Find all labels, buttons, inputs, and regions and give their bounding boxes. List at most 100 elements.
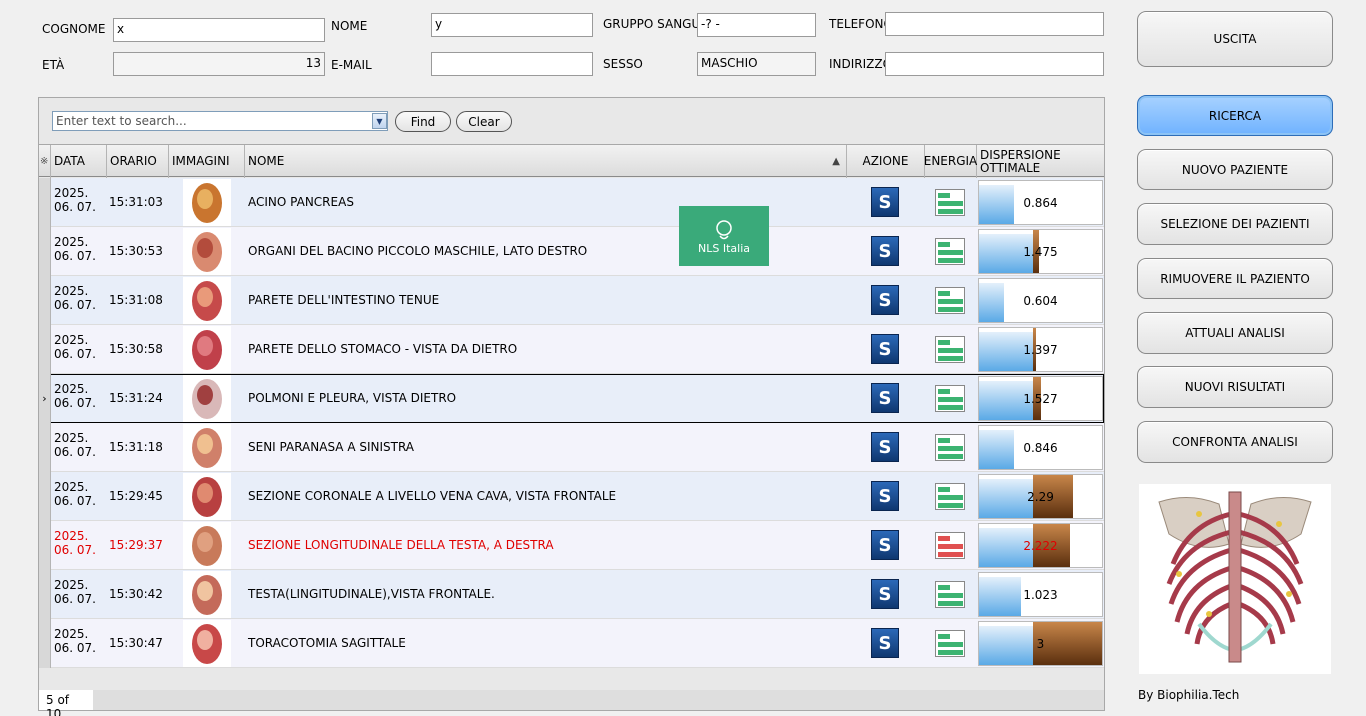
cell-date: 2025. 06. 07.: [54, 186, 96, 214]
cell-name: PARETE DELLO STOMACO - VISTA DA DIETRO: [248, 342, 518, 356]
watermark-text: NLS Italia: [698, 241, 750, 255]
header-dispersion[interactable]: DISPERSIONE OTTIMALE: [977, 145, 1104, 178]
surname-field[interactable]: x: [113, 18, 325, 42]
energy-bars-icon: [935, 189, 965, 216]
table-row[interactable]: 2025. 06. 07. 15:29:37 SEZIONE LONGITUDINA…: [39, 521, 1104, 570]
sex-field: MASCHIO: [697, 52, 816, 76]
organ-thumbnail[interactable]: [183, 179, 231, 226]
table-row[interactable]: 2025. 06. 07. 15:31:08 PARETE DELL'INTESTI…: [39, 276, 1104, 325]
name-label: NOME: [331, 19, 368, 33]
table-row[interactable]: 2025. 06. 07. 15:31:03 ACINO PANCREAS S 0.86…: [39, 178, 1104, 227]
header-date[interactable]: DATA: [51, 145, 107, 178]
energy-bars-icon: [935, 581, 965, 608]
new-results-button[interactable]: NUOVI RISULTATI: [1137, 366, 1333, 408]
table-row[interactable]: 2025. 06. 07. 15:30:53 ORGANI DEL BACINO P…: [39, 227, 1104, 276]
table-row[interactable]: 2025. 06. 07. 15:31:18 SENI PARANASA A SIN…: [39, 423, 1104, 472]
search-input[interactable]: Enter text to search...: [52, 111, 388, 131]
exit-button[interactable]: USCITA: [1137, 11, 1333, 67]
cell-time: 15:29:37: [109, 538, 163, 552]
cell-time: 15:30:42: [109, 587, 163, 601]
cell-name: POLMONI E PLEURA, VISTA DIETRO: [248, 391, 457, 405]
credit-text: By Biophilia.Tech: [1138, 688, 1240, 702]
row-indicator[interactable]: [39, 325, 51, 374]
phone-label: TELEFONO: [829, 17, 885, 31]
row-indicator[interactable]: [39, 521, 51, 570]
table-row[interactable]: 2025. 06. 07. 15:29:45 SEZIONE CORONALE A …: [39, 472, 1104, 521]
row-indicator[interactable]: ›: [39, 374, 51, 423]
row-indicator[interactable]: [39, 570, 51, 619]
search-button[interactable]: RICERCA: [1137, 95, 1333, 136]
phone-field[interactable]: [885, 12, 1104, 36]
remove-patient-button[interactable]: RIMUOVERE IL PAZIENTO: [1137, 258, 1333, 299]
cell-time: 15:31:24: [109, 391, 163, 405]
table-row[interactable]: › 2025. 06. 07. 15:31:24 POLMONI E PLEURA, …: [39, 374, 1104, 423]
age-field: 13: [113, 52, 325, 76]
dispersion-bar: 1.527: [978, 376, 1103, 421]
header-images[interactable]: IMMAGINI: [169, 145, 245, 178]
organ-thumbnail[interactable]: [183, 473, 231, 520]
organ-thumbnail[interactable]: [183, 326, 231, 373]
action-s-button[interactable]: S: [871, 579, 899, 609]
cell-time: 15:31:03: [109, 195, 163, 209]
new-patient-button[interactable]: NUOVO PAZIENTE: [1137, 149, 1333, 190]
blood-group-field[interactable]: -? -: [697, 13, 816, 37]
action-s-button[interactable]: S: [871, 334, 899, 364]
dispersion-value: 2.29: [1027, 490, 1054, 504]
sort-ascending-icon: ▲: [832, 156, 840, 167]
current-analysis-button[interactable]: ATTUALI ANALISI: [1137, 312, 1333, 354]
organ-thumbnail[interactable]: [183, 228, 231, 275]
action-s-button[interactable]: S: [871, 481, 899, 511]
find-button[interactable]: Find: [395, 111, 451, 132]
row-indicator[interactable]: [39, 619, 51, 668]
clear-button[interactable]: Clear: [456, 111, 512, 132]
header-time[interactable]: ORARIO: [107, 145, 169, 178]
dispersion-bar: 0.864: [978, 180, 1103, 225]
dispersion-bar: 1.475: [978, 229, 1103, 274]
action-s-button[interactable]: S: [871, 187, 899, 217]
grid-footer: [39, 690, 1104, 710]
table-row[interactable]: 2025. 06. 07. 15:30:47 TORACOTOMIA SAGITTA…: [39, 619, 1104, 668]
table-row[interactable]: 2025. 06. 07. 15:30:42 TESTA(LINGITUDINALE…: [39, 570, 1104, 619]
organ-thumbnail[interactable]: [183, 571, 231, 618]
organ-thumbnail[interactable]: [183, 620, 231, 667]
compare-analysis-button[interactable]: CONFRONTA ANALISI: [1137, 421, 1333, 463]
dispersion-bar: 2.29: [978, 474, 1103, 519]
name-field[interactable]: y: [431, 13, 593, 37]
row-indicator[interactable]: [39, 276, 51, 325]
row-indicator[interactable]: [39, 227, 51, 276]
organ-thumbnail[interactable]: [183, 522, 231, 569]
select-patients-button[interactable]: SELEZIONE DEI PAZIENTI: [1137, 203, 1333, 245]
chevron-down-icon[interactable]: ▼: [372, 113, 387, 129]
dispersion-value: 3: [1036, 637, 1045, 651]
action-s-button[interactable]: S: [871, 236, 899, 266]
cell-name: SENI PARANASA A SINISTRA: [248, 440, 415, 454]
action-s-button[interactable]: S: [871, 383, 899, 413]
action-s-button[interactable]: S: [871, 530, 899, 560]
organ-thumbnail[interactable]: [183, 424, 231, 471]
organ-thumbnail[interactable]: [183, 277, 231, 324]
row-indicator[interactable]: [39, 178, 51, 227]
header-name[interactable]: NOME ▲: [245, 145, 847, 178]
header-action[interactable]: AZIONE: [847, 145, 925, 178]
cell-time: 15:29:45: [109, 489, 163, 503]
action-s-button[interactable]: S: [871, 628, 899, 658]
row-indicator[interactable]: [39, 472, 51, 521]
cell-date: 2025. 06. 07.: [54, 529, 96, 557]
table-row[interactable]: 2025. 06. 07. 15:30:58 PARETE DELLO STOMAC…: [39, 325, 1104, 374]
header-energy[interactable]: ENERGIA: [924, 145, 977, 178]
energy-bars-icon: [935, 483, 965, 510]
organ-thumbnail[interactable]: [183, 375, 231, 422]
address-label: INDIRIZZO: [829, 57, 885, 71]
action-s-button[interactable]: S: [871, 432, 899, 462]
email-field[interactable]: [431, 52, 593, 76]
cell-name: TORACOTOMIA SAGITTALE: [248, 636, 406, 650]
address-field[interactable]: [885, 52, 1104, 76]
cell-name: TESTA(LINGITUDINALE),VISTA FRONTALE.: [248, 587, 495, 601]
row-indicator[interactable]: [39, 423, 51, 472]
grid-header: ※ DATA ORARIO IMMAGINI NOME ▲ AZIONE ENE…: [39, 144, 1104, 178]
cell-name: PARETE DELL'INTESTINO TENUE: [248, 293, 440, 307]
action-s-button[interactable]: S: [871, 285, 899, 315]
cell-date: 2025. 06. 07.: [54, 382, 96, 410]
cell-date: 2025. 06. 07.: [54, 284, 96, 312]
dispersion-value: 1.475: [1023, 245, 1058, 259]
